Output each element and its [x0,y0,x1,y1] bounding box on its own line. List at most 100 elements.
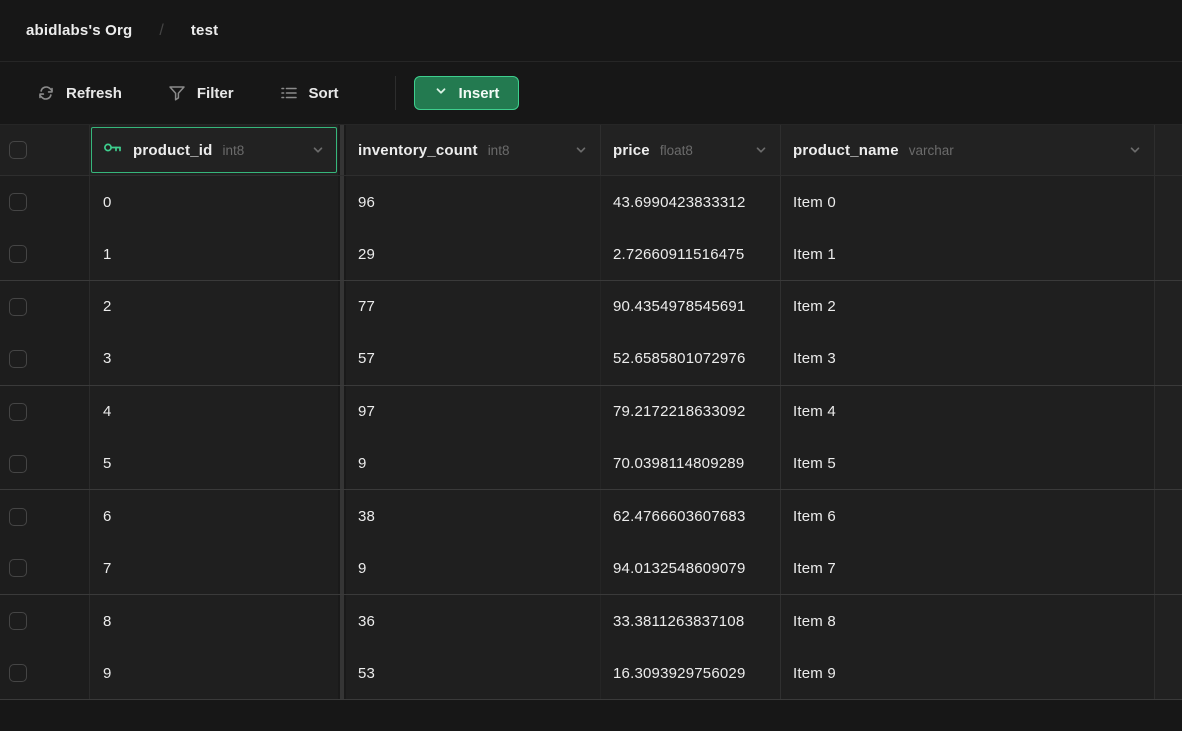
cell-product-id[interactable]: 4 [90,386,338,438]
cell-product-name[interactable]: Item 5 [780,438,1154,489]
column-divider-band [338,228,346,279]
sort-button[interactable]: Sort [280,84,339,102]
chevron-down-icon [434,84,448,102]
column-divider-band[interactable] [338,125,346,175]
row-select-cell [0,490,90,542]
cell-price[interactable]: 94.0132548609079 [600,543,780,594]
table-row[interactable]: 5 9 70.0398114809289 Item 5 [0,438,1182,490]
selected-column-outline [91,127,337,173]
row-checkbox[interactable] [9,350,27,368]
table-body: 0 96 43.6990423833312 Item 0 1 29 2.7266… [0,176,1182,700]
cell-product-id[interactable]: 7 [90,543,338,594]
row-checkbox[interactable] [9,245,27,263]
column-header-product-name[interactable]: product_name varchar [780,125,1154,175]
row-checkbox[interactable] [9,612,27,630]
table-row[interactable]: 8 36 33.3811263837108 Item 8 [0,595,1182,647]
cell-product-id[interactable]: 9 [90,648,338,699]
table-row[interactable]: 9 53 16.3093929756029 Item 9 [0,648,1182,700]
row-select-cell [0,281,90,333]
cell-product-name[interactable]: Item 2 [780,281,1154,333]
chevron-down-icon[interactable] [574,143,588,157]
cell-inventory-count[interactable]: 57 [346,333,600,384]
breadcrumb-org[interactable]: abidlabs's Org [26,22,132,39]
cell-inventory-count[interactable]: 96 [346,176,600,228]
data-grid: product_id int8 inventory_count int8 [0,125,1182,700]
cell-product-name[interactable]: Item 0 [780,176,1154,228]
row-checkbox[interactable] [9,664,27,682]
row-select-cell [0,648,90,699]
cell-inventory-count[interactable]: 29 [346,228,600,279]
column-header-price[interactable]: price float8 [600,125,780,175]
row-gutter [1154,543,1182,594]
cell-product-name[interactable]: Item 8 [780,595,1154,647]
insert-button[interactable]: Insert [414,76,520,110]
table-row[interactable]: 3 57 52.6585801072976 Item 3 [0,333,1182,385]
cell-inventory-count[interactable]: 9 [346,543,600,594]
cell-product-id[interactable]: 1 [90,228,338,279]
cell-price[interactable]: 52.6585801072976 [600,333,780,384]
cell-product-name[interactable]: Item 4 [780,386,1154,438]
row-gutter [1154,386,1182,438]
row-checkbox[interactable] [9,193,27,211]
row-checkbox[interactable] [9,403,27,421]
row-gutter [1154,176,1182,228]
cell-product-id[interactable]: 8 [90,595,338,647]
row-checkbox[interactable] [9,298,27,316]
table-row[interactable]: 0 96 43.6990423833312 Item 0 [0,176,1182,228]
table-row[interactable]: 6 38 62.4766603607683 Item 6 [0,490,1182,542]
cell-inventory-count[interactable]: 53 [346,648,600,699]
sort-list-icon [280,84,298,102]
grid-header-row: product_id int8 inventory_count int8 [0,125,1182,176]
cell-product-name[interactable]: Item 9 [780,648,1154,699]
sort-label: Sort [309,85,339,102]
row-gutter [1154,281,1182,333]
cell-inventory-count[interactable]: 36 [346,595,600,647]
cell-price[interactable]: 43.6990423833312 [600,176,780,228]
breadcrumb-page[interactable]: test [191,22,218,39]
cell-product-id[interactable]: 2 [90,281,338,333]
table-row[interactable]: 4 97 79.2172218633092 Item 4 [0,386,1182,438]
cell-price[interactable]: 62.4766603607683 [600,490,780,542]
filter-button[interactable]: Filter [168,84,234,102]
column-divider-band [338,176,346,228]
row-checkbox[interactable] [9,455,27,473]
column-divider-band [338,595,346,647]
cell-inventory-count[interactable]: 77 [346,281,600,333]
cell-product-id[interactable]: 3 [90,333,338,384]
select-all-checkbox[interactable] [9,141,27,159]
column-header-product-id[interactable]: product_id int8 [90,125,338,175]
cell-product-id[interactable]: 0 [90,176,338,228]
cell-product-name[interactable]: Item 7 [780,543,1154,594]
row-checkbox[interactable] [9,559,27,577]
chevron-down-icon[interactable] [754,143,768,157]
cell-price[interactable]: 70.0398114809289 [600,438,780,489]
cell-price[interactable]: 90.4354978545691 [600,281,780,333]
cell-product-name[interactable]: Item 3 [780,333,1154,384]
column-header-inventory-count[interactable]: inventory_count int8 [346,125,600,175]
column-type: float8 [660,143,693,158]
column-name: product_id [133,142,213,159]
cell-inventory-count[interactable]: 97 [346,386,600,438]
refresh-button[interactable]: Refresh [37,84,122,102]
cell-price[interactable]: 33.3811263837108 [600,595,780,647]
cell-inventory-count[interactable]: 38 [346,490,600,542]
cell-inventory-count[interactable]: 9 [346,438,600,489]
row-gutter [1154,333,1182,384]
table-row[interactable]: 2 77 90.4354978545691 Item 2 [0,281,1182,333]
cell-product-name[interactable]: Item 1 [780,228,1154,279]
table-row[interactable]: 1 29 2.72660911516475 Item 1 [0,228,1182,280]
chevron-down-icon[interactable] [311,143,325,157]
row-gutter [1154,490,1182,542]
table-row[interactable]: 7 9 94.0132548609079 Item 7 [0,543,1182,595]
row-checkbox[interactable] [9,508,27,526]
cell-product-name[interactable]: Item 6 [780,490,1154,542]
cell-product-id[interactable]: 5 [90,438,338,489]
cell-price[interactable]: 2.72660911516475 [600,228,780,279]
column-divider-band [338,281,346,333]
column-name: inventory_count [358,142,478,159]
cell-price[interactable]: 16.3093929756029 [600,648,780,699]
chevron-down-icon[interactable] [1128,143,1142,157]
filter-funnel-icon [168,84,186,102]
cell-price[interactable]: 79.2172218633092 [600,386,780,438]
cell-product-id[interactable]: 6 [90,490,338,542]
